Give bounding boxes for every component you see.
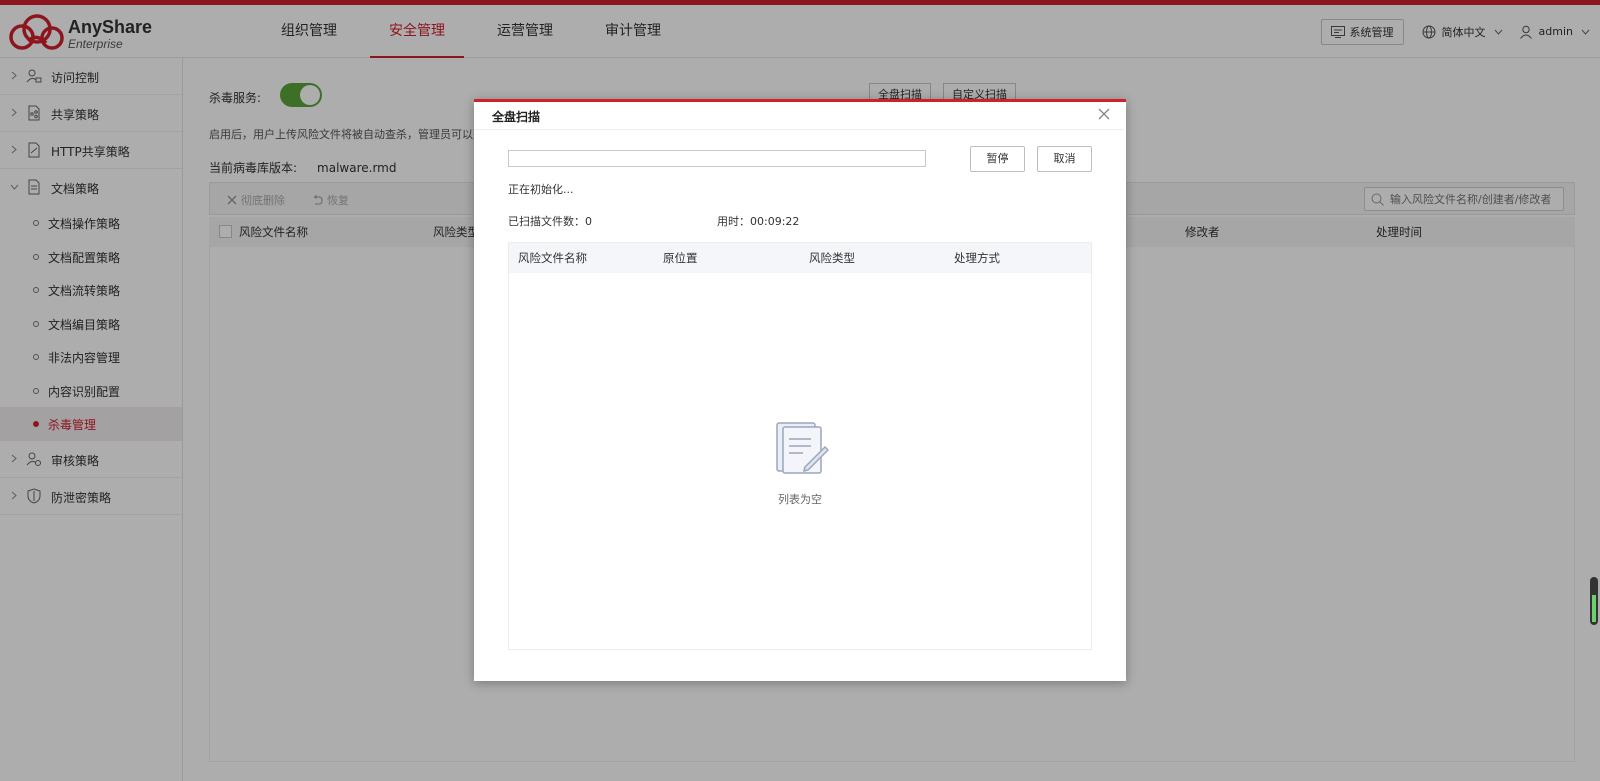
cancel-button[interactable]: 取消 [1037, 146, 1092, 172]
empty-list-icon [776, 422, 829, 474]
scanned-file-count: 已扫描文件数：0 [508, 215, 592, 228]
scroll-indicator[interactable] [1590, 577, 1598, 625]
elapsed-time: 用时：00:09:22 [717, 215, 800, 228]
column-risk-file-name: 风险文件名称 [518, 251, 587, 265]
column-original-location: 原位置 [663, 251, 698, 265]
scan-table-header: 风险文件名称 原位置 风险类型 处理方式 [509, 243, 1091, 273]
pause-button[interactable]: 暂停 [970, 146, 1025, 172]
scan-status: 正在初始化... [508, 183, 574, 196]
scan-result-table: 风险文件名称 原位置 风险类型 处理方式 列表为空 [508, 242, 1092, 650]
empty-list-text: 列表为空 [778, 493, 822, 506]
close-icon[interactable] [1096, 106, 1112, 122]
column-handling: 处理方式 [954, 251, 1000, 265]
column-risk-type: 风险类型 [809, 251, 855, 265]
dialog-header: 全盘扫描 [474, 102, 1124, 130]
scan-progress-bar [508, 150, 926, 167]
full-scan-dialog: 全盘扫描 暂停 取消 正在初始化... 已扫描文件数：0 用时：00:09:22… [474, 99, 1126, 681]
dialog-title: 全盘扫描 [492, 110, 541, 124]
